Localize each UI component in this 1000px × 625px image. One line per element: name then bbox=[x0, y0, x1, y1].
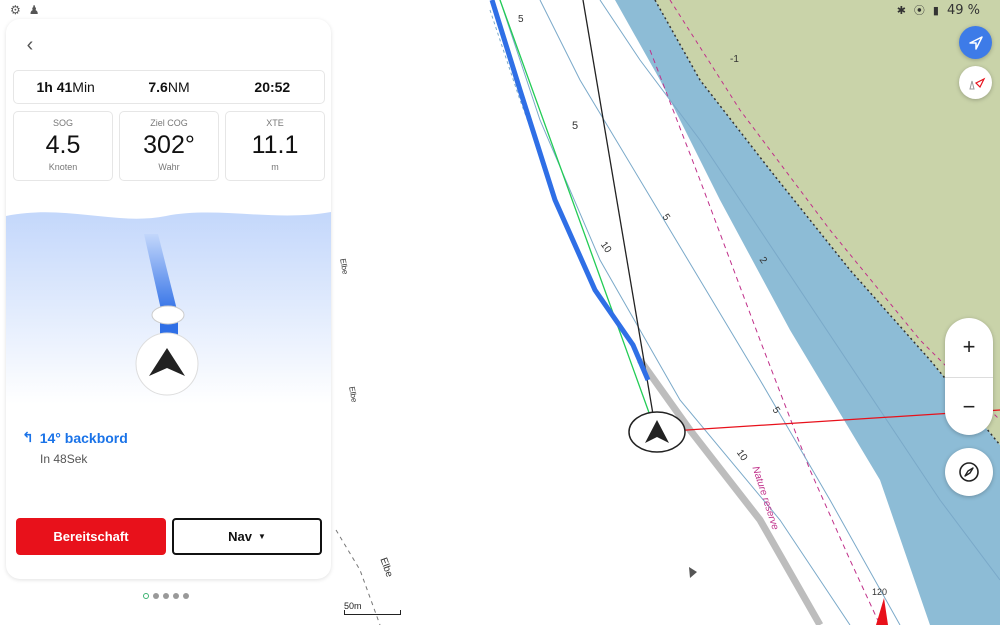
locate-button[interactable] bbox=[959, 26, 992, 59]
depth-label: -1 bbox=[730, 54, 739, 65]
metric-value: 11.1 bbox=[251, 131, 299, 159]
metric-value: 302° bbox=[143, 131, 195, 159]
eta-value: 20:52 bbox=[254, 79, 291, 95]
navigation-panel: ‹ 1h 41Min 7.6NM 20:52 SOG 4.5 Knoten Zi… bbox=[6, 19, 331, 579]
back-button[interactable]: ‹ bbox=[16, 31, 44, 59]
battery-icon: ▮ bbox=[932, 4, 939, 17]
metric-value: 4.5 bbox=[45, 131, 81, 159]
distance-unit: NM bbox=[167, 79, 190, 95]
status-bar-right: ✱ ⦿ ▮ 49 % bbox=[897, 2, 980, 18]
turn-text: 14° backbord bbox=[39, 429, 128, 446]
status-bar-left: ⚙ ♟ bbox=[10, 3, 40, 17]
page-dot[interactable] bbox=[143, 593, 149, 599]
distance-value: 7.6 bbox=[148, 79, 168, 95]
depth-label: 5 bbox=[518, 14, 524, 25]
battery-level: 49 % bbox=[946, 2, 980, 18]
minus-icon: − bbox=[962, 393, 976, 419]
duration-hours: 1h bbox=[36, 79, 53, 95]
route-summary: 1h 41Min 7.6NM 20:52 bbox=[13, 70, 325, 104]
metric-sog[interactable]: SOG 4.5 Knoten bbox=[13, 111, 113, 181]
standby-button[interactable]: Bereitschaft bbox=[16, 518, 166, 555]
caret-down-icon: ▼ bbox=[257, 532, 266, 541]
metric-unit: Knoten bbox=[48, 162, 78, 172]
metric-unit: Wahr bbox=[158, 162, 180, 172]
metric-label: SOG bbox=[52, 118, 73, 128]
location-pin-icon: ⦿ bbox=[913, 5, 925, 17]
cursor-marker bbox=[689, 567, 697, 578]
zoom-out-button[interactable]: − bbox=[945, 377, 993, 435]
page-dot[interactable] bbox=[153, 593, 159, 599]
chevron-left-icon: ‹ bbox=[26, 33, 34, 56]
course-line bbox=[499, 0, 657, 433]
waypoint-marker bbox=[151, 305, 185, 325]
gear-icon: ⚙ bbox=[10, 3, 21, 17]
plus-icon: + bbox=[962, 334, 976, 359]
summary-eta: 20:52 bbox=[221, 79, 324, 95]
duration-minutes-unit: Min bbox=[72, 79, 95, 95]
nav-mode-button[interactable]: Nav ▼ bbox=[172, 518, 322, 555]
bluetooth-icon: ✱ bbox=[896, 4, 906, 17]
turn-instruction: ↰ 14° backbord bbox=[22, 429, 128, 446]
page-dot[interactable] bbox=[163, 593, 169, 599]
depth-label: 5 bbox=[572, 120, 579, 132]
metrics-row: SOG 4.5 Knoten Ziel COG 302° Wahr XTE 11… bbox=[13, 111, 325, 181]
page-dot[interactable] bbox=[173, 593, 179, 599]
bearing-label: 120 bbox=[872, 587, 888, 597]
zoom-control: + − bbox=[945, 318, 993, 435]
summary-distance: 7.6NM bbox=[117, 79, 220, 95]
page-dot[interactable] bbox=[183, 593, 189, 599]
orientation-triangles-icon bbox=[968, 77, 985, 89]
summary-duration: 1h 41Min bbox=[14, 79, 117, 95]
orientation-mode-button[interactable] bbox=[959, 66, 992, 99]
compass-button[interactable] bbox=[945, 448, 993, 496]
pawn-icon: ♟ bbox=[28, 3, 40, 17]
nav-mode-label: Nav bbox=[228, 529, 252, 544]
metric-target-cog[interactable]: Ziel COG 302° Wahr bbox=[119, 111, 219, 181]
navigation-arrow-icon bbox=[968, 35, 983, 50]
metric-label: Ziel COG bbox=[150, 118, 188, 128]
metric-label: XTE bbox=[266, 118, 284, 128]
target-marker bbox=[876, 598, 888, 625]
fairway-line bbox=[637, 357, 824, 625]
zoom-in-button[interactable]: + bbox=[945, 318, 993, 376]
steering-visual bbox=[6, 212, 331, 404]
scale-bar bbox=[344, 610, 401, 615]
turn-left-icon: ↰ bbox=[22, 429, 34, 445]
compass-icon bbox=[959, 462, 979, 482]
metric-unit: m bbox=[271, 162, 279, 172]
duration-minutes: 41 bbox=[56, 79, 73, 95]
page-indicator[interactable] bbox=[143, 593, 189, 599]
turn-time: In 48Sek bbox=[40, 452, 88, 466]
metric-xte[interactable]: XTE 11.1 m bbox=[225, 111, 325, 181]
